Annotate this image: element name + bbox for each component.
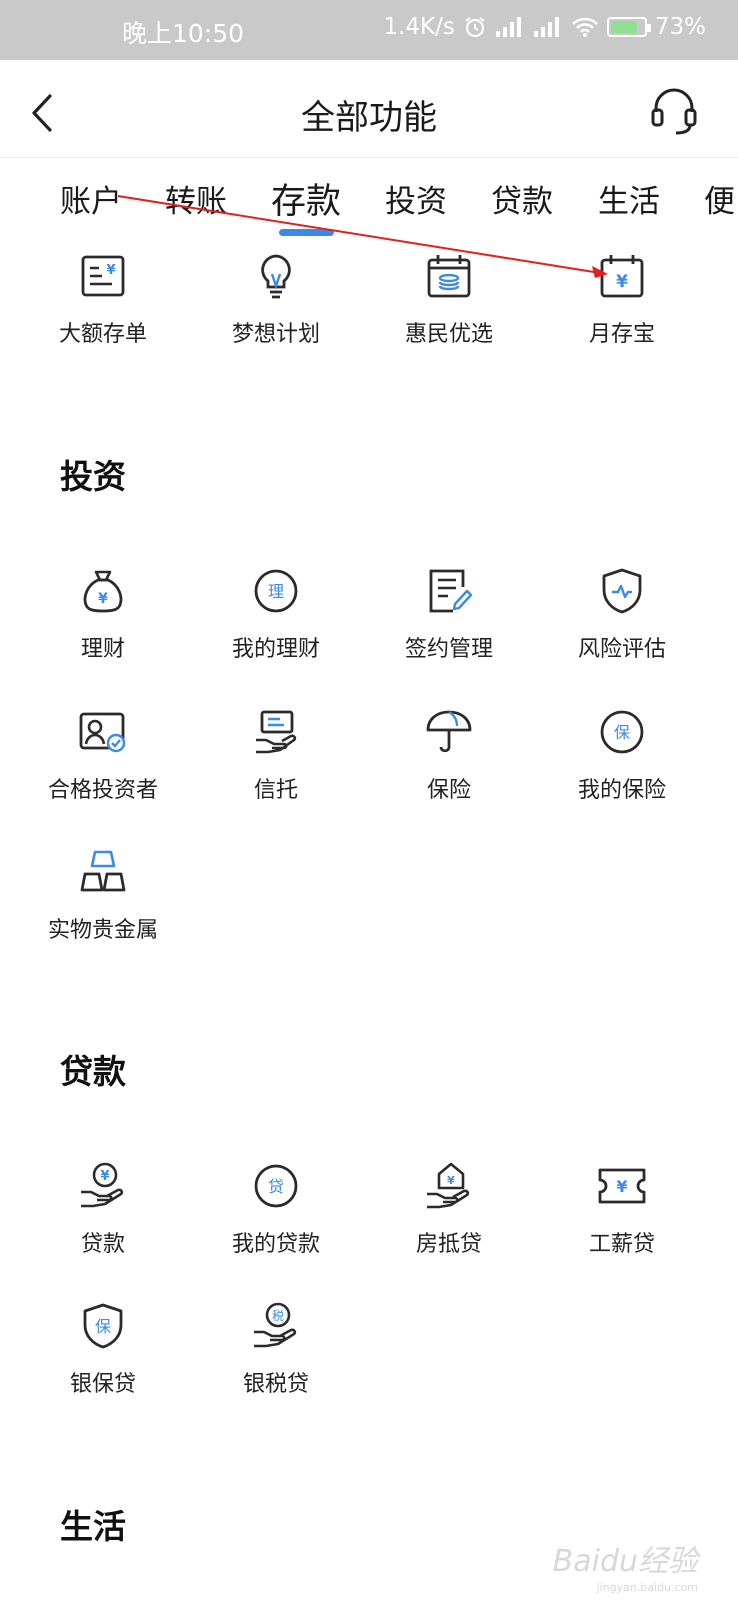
loan-item-salary-loan[interactable]: ¥ 工薪贷 (534, 1162, 710, 1272)
battery-icon (606, 17, 651, 37)
watermark: Baidu经验 (552, 1544, 698, 1579)
watermark-url: jingyan.baidu.com (596, 1581, 698, 1594)
certificate-yen-icon: ¥ (81, 255, 125, 297)
header: 全部功能 (0, 60, 738, 158)
svg-text:保: 保 (614, 723, 630, 742)
tab-transfer[interactable]: 转账 (165, 176, 227, 221)
umbrella-icon (426, 710, 472, 753)
lightbulb-icon (261, 254, 291, 299)
svg-text:贷: 贷 (268, 1177, 284, 1196)
item-label: 房抵贷 (415, 1232, 482, 1257)
tab-convenience[interactable]: 便 (704, 176, 735, 221)
item-label: 梦想计划 (231, 322, 320, 347)
loan-item-my-loans[interactable]: 贷 我的贷款 (188, 1162, 364, 1272)
signal-hd-icon (533, 17, 559, 37)
active-tab-indicator (279, 229, 334, 236)
circle-dai-icon: 贷 (254, 1164, 298, 1208)
invest-item-my-wealth[interactable]: 理 我的理财 (188, 567, 364, 677)
item-label: 月存宝 (588, 322, 655, 347)
deposit-item-monthly-save[interactable]: ¥ 月存宝 (534, 252, 710, 362)
tab-loans[interactable]: 贷款 (491, 176, 553, 221)
calendar-coins-icon (427, 255, 471, 298)
tab-deposit[interactable]: 存款 (271, 173, 341, 224)
money-bag-icon: ¥ (83, 570, 123, 613)
status-indicators: 1.4K/s 73% (383, 14, 706, 40)
status-time: 晚上10:50 (122, 19, 245, 48)
item-label: 签约管理 (404, 637, 493, 662)
shield-bao-icon: 保 (83, 1303, 123, 1349)
category-tabs: 账户 转账 存款 投资 贷款 生活 便 (0, 160, 738, 240)
invest-item-wealth[interactable]: ¥ 理财 (15, 567, 191, 677)
svg-text:保: 保 (95, 1317, 111, 1336)
signal-icon (495, 17, 521, 37)
document-pen-icon (429, 569, 473, 613)
deposit-item-large-cd[interactable]: ¥ 大额存单 (15, 252, 191, 362)
item-label: 风险评估 (577, 637, 666, 662)
item-label: 我的贷款 (231, 1232, 320, 1257)
invest-item-qualified-investor[interactable]: 合格投资者 (15, 708, 191, 818)
hand-house-icon: ¥ (427, 1162, 470, 1209)
item-label: 大额存单 (58, 322, 147, 347)
ticket-yen-icon: ¥ (598, 1168, 646, 1204)
svg-text:¥: ¥ (100, 1169, 109, 1184)
item-label: 银税贷 (242, 1372, 309, 1397)
svg-text:¥: ¥ (616, 272, 628, 292)
svg-text:¥: ¥ (98, 591, 108, 607)
invest-item-precious-metals[interactable]: 实物贵金属 (15, 848, 191, 958)
hand-yen-coin-icon: ¥ (81, 1162, 124, 1208)
deposit-item-dream-plan[interactable]: 梦想计划 (188, 252, 364, 362)
circle-bao-icon: 保 (600, 710, 644, 754)
gold-bars-icon (80, 850, 126, 892)
section-title-life: 生活 (60, 1507, 126, 1546)
calendar-yen-icon: ¥ (600, 255, 644, 298)
svg-text:¥: ¥ (106, 263, 115, 278)
invest-item-insurance[interactable]: 保险 (361, 708, 537, 818)
section-title-investment: 投资 (60, 457, 126, 496)
loan-item-loan[interactable]: ¥ 贷款 (15, 1162, 191, 1272)
item-label: 银保贷 (69, 1372, 136, 1397)
invest-item-contract-mgmt[interactable]: 签约管理 (361, 567, 537, 677)
tab-life[interactable]: 生活 (598, 176, 660, 221)
deposit-item-huimin-select[interactable]: 惠民优选 (361, 252, 537, 362)
svg-text:理: 理 (268, 582, 284, 601)
item-label: 我的理财 (231, 637, 320, 662)
item-label: 合格投资者 (47, 778, 158, 803)
invest-item-trust[interactable]: 信托 (188, 708, 364, 818)
item-label: 我的保险 (577, 778, 666, 803)
item-label: 贷款 (80, 1232, 125, 1257)
svg-text:税: 税 (272, 1309, 284, 1323)
item-label: 保险 (426, 778, 471, 803)
wifi-icon (571, 17, 598, 37)
network-speed: 1.4K/s (383, 14, 455, 40)
alarm-icon (465, 17, 485, 38)
invest-item-my-insurance[interactable]: 保 我的保险 (534, 708, 710, 818)
tab-account[interactable]: 账户 (60, 176, 122, 221)
section-title-loans: 贷款 (60, 1052, 126, 1091)
item-label: 工薪贷 (588, 1232, 655, 1257)
hand-card-icon (256, 710, 297, 754)
item-label: 理财 (80, 637, 125, 662)
svg-text:¥: ¥ (616, 1177, 627, 1196)
item-label: 实物贵金属 (47, 918, 158, 943)
loan-item-bank-insurance[interactable]: 保 银保贷 (15, 1302, 191, 1412)
svg-text:¥: ¥ (447, 1174, 455, 1187)
tab-investment[interactable]: 投资 (385, 176, 447, 221)
item-label: 信托 (253, 778, 298, 803)
shield-pulse-icon (602, 568, 642, 614)
loan-item-bank-tax[interactable]: 税 银税贷 (188, 1302, 364, 1412)
status-bar: 晚上10:50 1.4K/s 73% (0, 0, 738, 60)
page-title: 全部功能 (301, 98, 437, 138)
id-card-check-icon (79, 712, 126, 753)
battery-percent: 73% (654, 14, 706, 40)
hand-tax-coin-icon: 税 (254, 1302, 297, 1348)
item-label: 惠民优选 (404, 322, 493, 347)
headset-icon[interactable] (650, 86, 698, 136)
invest-item-risk-assessment[interactable]: 风险评估 (534, 567, 710, 677)
loan-item-mortgage[interactable]: ¥ 房抵贷 (361, 1162, 537, 1272)
circle-li-icon: 理 (254, 569, 298, 613)
